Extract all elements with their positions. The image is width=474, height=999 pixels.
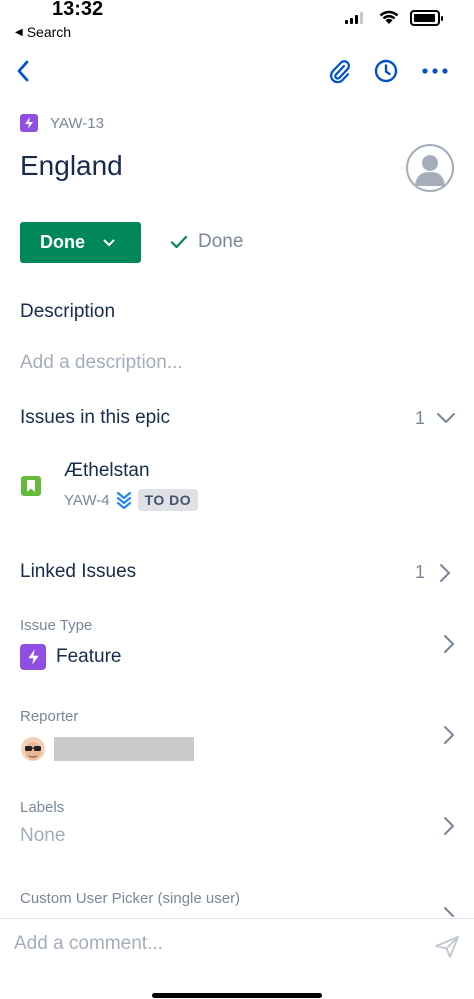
- status-dropdown-button[interactable]: Done: [20, 222, 141, 263]
- custom-user-picker-label: Custom User Picker (single user): [20, 890, 241, 907]
- reporter-field[interactable]: [20, 736, 194, 762]
- lightning-icon: [20, 114, 38, 132]
- send-icon[interactable]: [434, 935, 460, 959]
- chevron-down-icon[interactable]: [436, 411, 456, 425]
- back-chevron-icon[interactable]: [10, 56, 40, 86]
- issue-type-label: Issue Type: [20, 617, 93, 634]
- cellular-signal-icon: [345, 12, 363, 24]
- chevron-right-icon[interactable]: [442, 724, 456, 746]
- status-badge: TO DO: [137, 489, 199, 511]
- unassigned-avatar-icon[interactable]: [406, 144, 454, 192]
- transition-label: Done: [198, 231, 244, 252]
- back-triangle-icon: ◀: [15, 26, 23, 38]
- lowest-priority-icon: [116, 491, 131, 510]
- labels-label: Labels: [20, 799, 65, 816]
- attachment-icon[interactable]: [326, 58, 352, 84]
- child-issue-key: YAW-4: [64, 491, 110, 509]
- linked-issues-heading[interactable]: Linked Issues: [20, 561, 136, 583]
- chevron-right-icon[interactable]: [438, 562, 452, 584]
- child-issue-meta: YAW-4 TO DO: [64, 489, 199, 511]
- more-options-icon[interactable]: [420, 60, 450, 82]
- epic-issues-heading[interactable]: Issues in this epic: [20, 407, 170, 429]
- description-input[interactable]: Add a description...: [20, 352, 183, 374]
- linked-issues-count: 1: [415, 562, 426, 582]
- description-heading: Description: [20, 301, 116, 322]
- chevron-right-icon[interactable]: [442, 815, 456, 837]
- status-bar: 13:32 ◀ Search: [0, 0, 474, 44]
- labels-value[interactable]: None: [20, 825, 65, 847]
- reporter-name-redacted: [54, 737, 194, 761]
- chevron-right-icon[interactable]: [442, 633, 456, 655]
- issue-key: YAW-13: [50, 114, 104, 132]
- checkmark-icon: [170, 235, 188, 249]
- issue-type-field[interactable]: Feature: [20, 644, 121, 670]
- back-to-search-link[interactable]: ◀ Search: [15, 24, 71, 40]
- story-bookmark-icon: [21, 476, 41, 496]
- issue-type-value: Feature: [56, 646, 122, 667]
- reporter-label: Reporter: [20, 708, 79, 725]
- issue-title[interactable]: England: [20, 150, 123, 182]
- history-clock-icon[interactable]: [373, 58, 399, 84]
- battery-icon: [410, 10, 443, 26]
- comment-bar: Add a comment...: [0, 918, 474, 974]
- epic-issues-count: 1: [415, 408, 426, 428]
- home-indicator: [152, 993, 322, 998]
- navigation-bar: [0, 50, 474, 94]
- clock-time: 13:32: [52, 0, 104, 20]
- status-label: Done: [40, 232, 85, 252]
- transition-done-button[interactable]: Done: [170, 231, 243, 253]
- avatar: [21, 737, 45, 761]
- lightning-icon: [20, 644, 46, 670]
- issue-key-row: YAW-13: [20, 114, 104, 132]
- back-search-label: Search: [26, 24, 72, 40]
- child-issue-title[interactable]: Æthelstan: [64, 460, 150, 482]
- comment-input[interactable]: Add a comment...: [14, 933, 163, 955]
- chevron-down-icon: [103, 239, 115, 246]
- wifi-icon: [379, 10, 399, 24]
- chevron-right-icon[interactable]: [442, 905, 456, 919]
